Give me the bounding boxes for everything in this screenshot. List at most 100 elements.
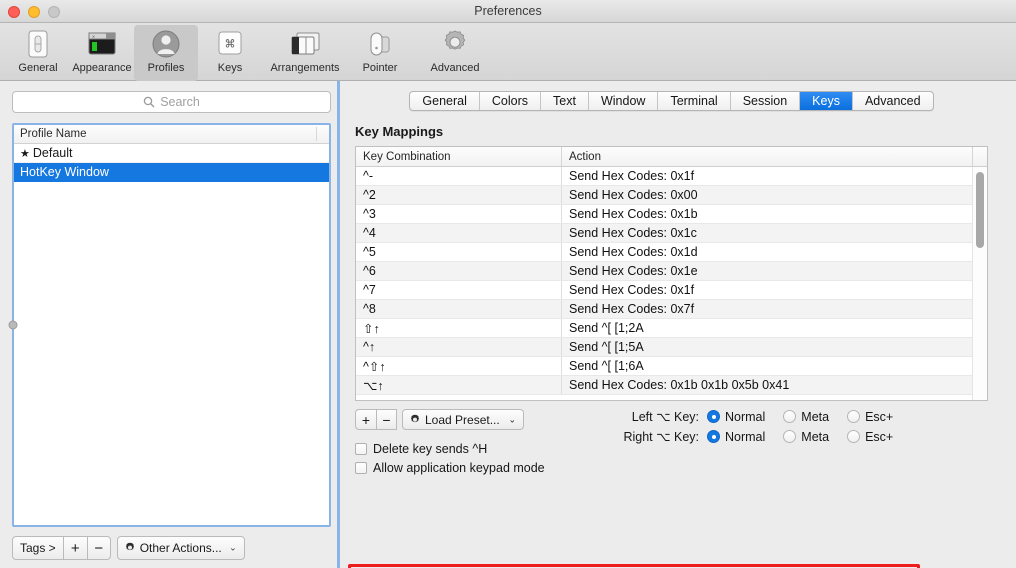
table-row[interactable]: ^7 Send Hex Codes: 0x1f [356, 281, 987, 300]
delete-key-sends-checkbox[interactable] [355, 442, 367, 455]
other-actions-label: Other Actions... [139, 541, 222, 555]
add-profile-button[interactable]: + [62, 536, 87, 560]
search-icon [143, 96, 155, 108]
table-row[interactable]: ⇧↑ Send ^[ [1;2A [356, 319, 987, 338]
toolbar-item-advanced[interactable]: Advanced [412, 25, 498, 81]
left-alt-normal-radio[interactable] [707, 410, 720, 423]
key-mappings-title: Key Mappings [355, 124, 444, 139]
profile-column-header: Profile Name [20, 128, 87, 140]
right-alt-esc-radio[interactable] [847, 430, 861, 443]
remove-profile-button[interactable]: − [86, 536, 111, 560]
toolbar-item-pointer[interactable]: Pointer [348, 25, 412, 81]
right-alt-esc-option[interactable]: Esc+ [847, 430, 893, 444]
tab-advanced[interactable]: Advanced [853, 92, 933, 110]
minimize-button[interactable] [28, 6, 40, 18]
left-alt-meta-radio[interactable] [783, 410, 797, 423]
toolbar-item-keys[interactable]: ⌘ Keys [198, 25, 262, 81]
left-alt-key-row: Left ⌥ Key: Normal Meta Esc+ [613, 409, 911, 425]
table-row[interactable]: ^4 Send Hex Codes: 0x1c [356, 224, 987, 243]
scrollbar-thumb[interactable] [976, 172, 984, 248]
right-alt-normal-radio[interactable] [707, 430, 720, 443]
table-row[interactable]: ^↑ Send ^[ [1;5A [356, 338, 987, 357]
keypad-mode-checkbox[interactable] [355, 461, 367, 474]
key-combination-cell: ^6 [356, 262, 562, 280]
tab-general[interactable]: General [410, 92, 480, 110]
table-row[interactable]: ^⇧↑ Send ^[ [1;6A [356, 357, 987, 376]
keypad-mode-row[interactable]: Allow application keypad mode [355, 458, 988, 477]
tab-window[interactable]: Window [589, 92, 659, 110]
tab-text[interactable]: Text [541, 92, 589, 110]
left-alt-esc-option[interactable]: Esc+ [847, 410, 893, 424]
profile-table-header: Profile Name [14, 125, 329, 144]
profile-settings-panel: General Colors Text Window Terminal Sess… [340, 81, 1016, 568]
key-combination-cell: ^↑ [356, 338, 562, 356]
left-alt-meta-option[interactable]: Meta [783, 410, 829, 424]
profile-list-table[interactable]: Profile Name ★ Default HotKey Window [12, 123, 331, 527]
window-title: Preferences [474, 4, 542, 18]
list-item[interactable]: HotKey Window [14, 163, 329, 182]
key-table-scrollbar[interactable] [972, 167, 987, 400]
add-mapping-button[interactable]: + [355, 409, 376, 430]
column-separator [316, 127, 317, 141]
tab-colors[interactable]: Colors [480, 92, 542, 110]
right-alt-meta-option[interactable]: Meta [783, 430, 829, 444]
action-cell: Send Hex Codes: 0x1c [569, 226, 697, 240]
table-row[interactable]: ^2 Send Hex Codes: 0x00 [356, 186, 987, 205]
table-row[interactable]: ^- Send Hex Codes: 0x1f [356, 167, 987, 186]
table-row[interactable]: ⌥↑ Send Hex Codes: 0x1b 0x1b 0x5b 0x41 [356, 376, 987, 395]
toolbar-label-profiles: Profiles [147, 62, 185, 74]
action-cell: Send Hex Codes: 0x1b 0x1b 0x5b 0x41 [569, 378, 790, 392]
toolbar-label-general: General [18, 62, 58, 74]
toolbar-item-profiles[interactable]: Profiles [134, 25, 198, 81]
tab-session[interactable]: Session [731, 92, 801, 110]
right-alt-meta-label: Meta [801, 429, 830, 444]
key-combination-cell: ^- [356, 167, 562, 185]
tab-keys[interactable]: Keys [800, 92, 853, 110]
general-icon [25, 28, 51, 60]
left-alt-key-label: Left ⌥ Key: [631, 410, 699, 424]
remove-mapping-button[interactable]: − [376, 409, 397, 430]
traffic-lights [8, 6, 60, 18]
list-item[interactable]: ★ Default [14, 144, 329, 163]
toolbar-item-appearance[interactable]: × Appearance [70, 25, 134, 81]
action-cell: Send Hex Codes: 0x1f [569, 283, 695, 297]
other-actions-dropdown[interactable]: Other Actions... ⌄ [116, 536, 245, 560]
key-options-area: + − Load Preset... ⌄ Delete key sends ^H… [355, 409, 988, 477]
profiles-icon [151, 28, 181, 60]
search-input[interactable]: Search [12, 91, 331, 113]
sidebar-resize-handle[interactable] [8, 320, 18, 329]
load-preset-dropdown[interactable]: Load Preset... ⌄ [402, 409, 524, 430]
svg-text:×: × [92, 35, 95, 41]
tags-button[interactable]: Tags > [12, 536, 63, 560]
left-alt-normal-option[interactable]: Normal [707, 410, 765, 424]
hotkey-window-section: Hotkey Window A hotkey opens a dedicated… [348, 564, 920, 568]
table-row[interactable]: ^6 Send Hex Codes: 0x1e [356, 262, 987, 281]
key-combination-cell: ^2 [356, 186, 562, 204]
action-cell: Send Hex Codes: 0x1b [569, 207, 698, 221]
table-row[interactable]: ^5 Send Hex Codes: 0x1d [356, 243, 987, 262]
action-cell: Send Hex Codes: 0x1f [569, 169, 695, 183]
action-cell: Send Hex Codes: 0x7f [569, 302, 695, 316]
key-combination-cell: ^⇧↑ [356, 357, 562, 375]
key-table-body: ^- Send Hex Codes: 0x1f ^2 Send Hex Code… [356, 167, 987, 400]
toolbar-label-appearance: Appearance [72, 62, 132, 74]
toolbar-label-arrangements: Arrangements [270, 62, 340, 74]
right-alt-meta-radio[interactable] [783, 430, 797, 443]
key-combination-cell: ^8 [356, 300, 562, 318]
key-mappings-table[interactable]: Key Combination Action ^- Send Hex Codes… [355, 146, 988, 401]
keys-icon: ⌘ [216, 28, 244, 60]
window-body: Search Profile Name ★ Default HotKey Win… [0, 81, 1016, 568]
key-combination-cell: ^5 [356, 243, 562, 261]
gear-icon [124, 542, 136, 554]
gear-icon [409, 414, 421, 426]
tab-terminal[interactable]: Terminal [658, 92, 731, 110]
right-alt-normal-option[interactable]: Normal [707, 430, 765, 444]
table-row[interactable]: ^3 Send Hex Codes: 0x1b [356, 205, 987, 224]
close-button[interactable] [8, 6, 20, 18]
table-row[interactable]: ^8 Send Hex Codes: 0x7f [356, 300, 987, 319]
alt-key-settings: Left ⌥ Key: Normal Meta Esc+ Right ⌥ Key… [613, 409, 911, 445]
toolbar-item-general[interactable]: General [6, 25, 70, 81]
zoom-button[interactable] [48, 6, 60, 18]
toolbar-item-arrangements[interactable]: Arrangements [262, 25, 348, 81]
left-alt-esc-radio[interactable] [847, 410, 861, 423]
